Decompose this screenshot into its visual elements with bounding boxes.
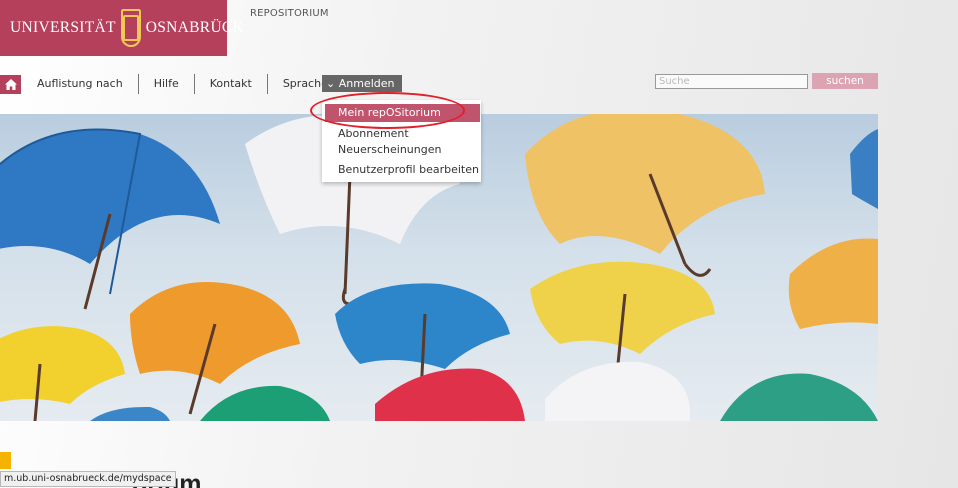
umbrella-green-right [720,373,878,421]
login-label: Anmelden [338,77,395,90]
menu-item-edit-profile[interactable]: Benutzerprofil bearbeiten [338,163,479,176]
menu-item-subscriptions[interactable]: Abonnement [338,127,409,140]
umbrella-blue-left [0,128,220,310]
status-bar-url: m.ub.uni-osnabrueck.de/mydspace [0,471,176,487]
site-title[interactable]: REPOSITORIUM [250,8,329,19]
home-button[interactable] [0,74,21,94]
menu-item-new-releases[interactable]: Neuerscheinungen [338,143,441,156]
search-button[interactable]: suchen [812,73,878,89]
nav-help[interactable]: Hilfe [139,74,195,94]
umbrella-blue-edge [850,129,878,209]
highlight-ring [310,92,465,129]
umbrella-white-bottom [545,361,690,421]
section-accent [0,452,11,469]
home-icon [4,78,17,90]
logo-text-left: UNIVERSITÄT [10,19,116,36]
crest-icon [120,9,141,47]
main-nav: Auflistung nach Hilfe Kontakt Sprache [0,73,343,95]
logo-text-right: OSNABRÜCK [145,19,245,36]
chevron-down-icon: ⌄ [326,77,336,90]
umbrella-red [375,368,525,421]
university-logo[interactable]: UNIVERSITÄT OSNABRÜCK [0,0,244,56]
umbrella-yellow-left [0,326,125,421]
umbrella-green-left [200,385,330,421]
nav-contact[interactable]: Kontakt [195,74,268,94]
umbrella-orange-right [788,238,878,329]
umbrella-yellow-right [525,114,765,277]
search-input[interactable]: Suche [655,74,808,89]
login-dropdown-button[interactable]: ⌄ Anmelden [322,75,402,92]
umbrella-blue-small [90,406,170,421]
nav-browse[interactable]: Auflistung nach [37,74,139,94]
